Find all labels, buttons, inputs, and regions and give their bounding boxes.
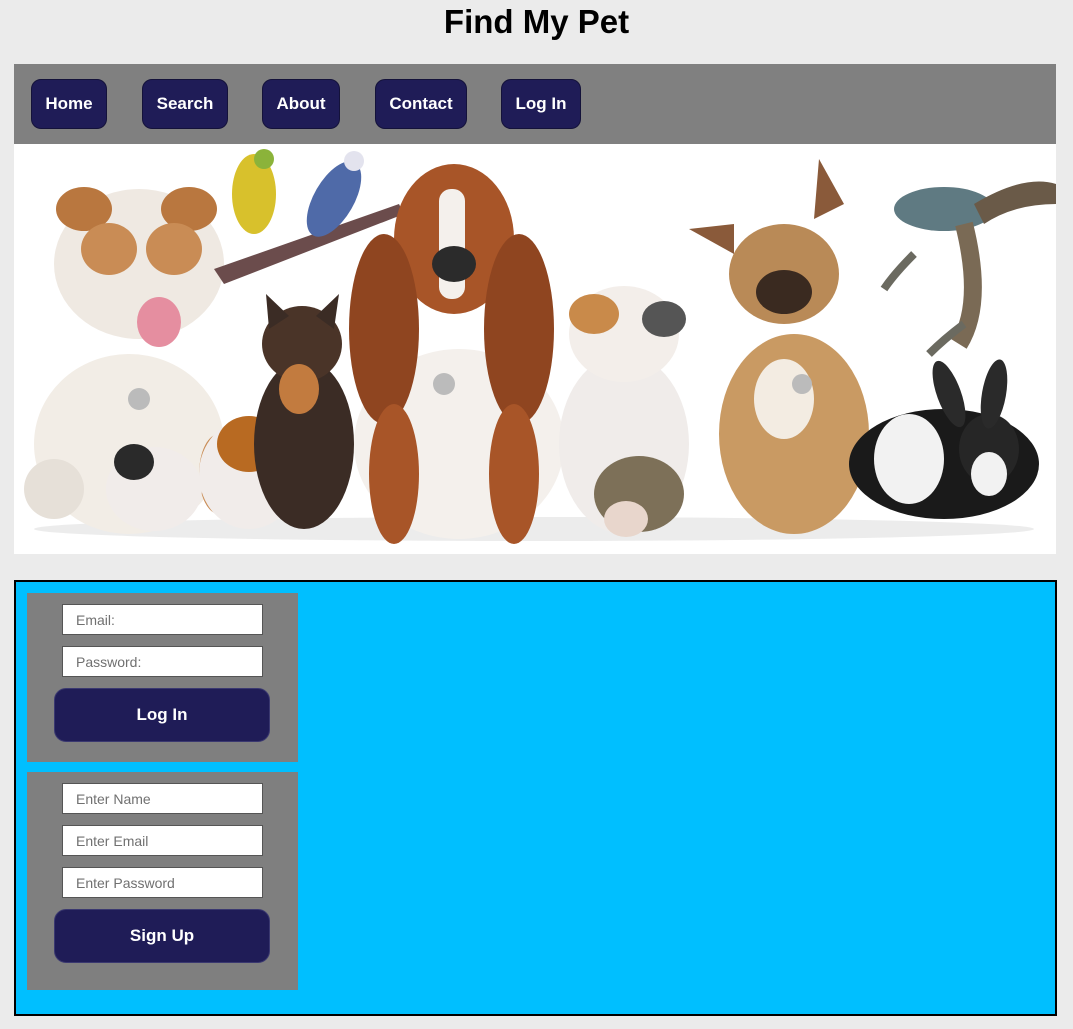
pets-illustration	[24, 149, 1056, 544]
signup-email-input[interactable]	[62, 825, 263, 856]
nav-bar: Home Search About Contact Log In	[14, 64, 1056, 144]
iguana-figure	[880, 181, 1056, 357]
nav-contact-button[interactable]: Contact	[375, 79, 467, 129]
nav-login-button[interactable]: Log In	[501, 79, 581, 129]
login-password-input[interactable]	[62, 646, 263, 677]
page-title: Find My Pet	[443, 3, 630, 40]
rabbit-figure	[849, 359, 1039, 519]
nav-home-button[interactable]: Home	[31, 79, 107, 129]
login-form: Log In	[27, 593, 298, 762]
signup-form: Sign Up	[27, 772, 298, 990]
main-panel: Log In Sign Up	[14, 580, 1057, 1016]
nav-search-button[interactable]: Search	[142, 79, 228, 129]
signup-name-input[interactable]	[62, 783, 263, 814]
kitten-figure	[254, 294, 354, 529]
login-submit-button[interactable]: Log In	[54, 688, 270, 742]
signup-submit-button[interactable]: Sign Up	[54, 909, 270, 963]
login-email-input[interactable]	[62, 604, 263, 635]
hero-pets-image	[14, 144, 1056, 554]
nav-about-button[interactable]: About	[262, 79, 340, 129]
french-bulldog-figure	[689, 159, 869, 534]
signup-password-input[interactable]	[62, 867, 263, 898]
